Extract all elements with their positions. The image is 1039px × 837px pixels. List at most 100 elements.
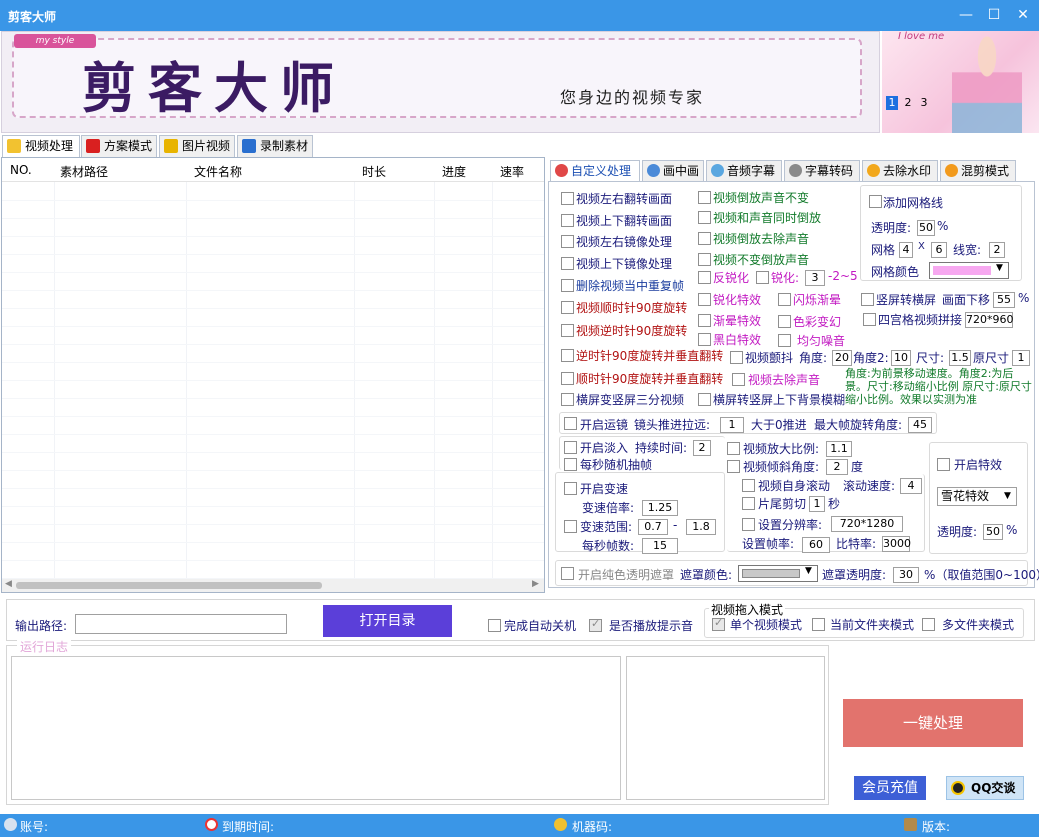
tab-video-processing[interactable]: 视频处理 [2, 135, 80, 158]
line-width-input[interactable]: 2 [989, 242, 1005, 258]
qq-chat-button[interactable]: QQ交谈 [946, 776, 1024, 800]
set-resolution-checkbox[interactable] [742, 518, 755, 531]
nine-grid-checkbox[interactable] [863, 313, 876, 326]
minimize-button[interactable]: — [952, 4, 980, 26]
sharpen-input[interactable]: 3 [805, 270, 825, 286]
mask-enable-checkbox[interactable] [561, 567, 574, 580]
max-rotate-input[interactable]: 45 [908, 417, 932, 433]
tab-subtitle-transcode[interactable]: 字幕转码 [784, 160, 860, 182]
effect-enable-checkbox[interactable] [937, 458, 950, 471]
tab-record-material[interactable]: 录制素材 [237, 135, 313, 157]
rotate-ccw-checkbox[interactable] [561, 324, 574, 337]
mirror-vertical-checkbox[interactable] [561, 257, 574, 270]
scroll-right-icon[interactable]: ▶ [532, 579, 539, 589]
zoom-ratio-checkbox[interactable] [727, 442, 740, 455]
log-side-panel[interactable] [626, 656, 825, 800]
mask-opacity-input[interactable]: 30 [893, 567, 919, 583]
scroll-speed-input[interactable]: 4 [900, 478, 922, 494]
shake-checkbox[interactable] [730, 351, 743, 364]
self-scroll-checkbox[interactable] [742, 479, 755, 492]
tilt-checkbox[interactable] [727, 460, 740, 473]
multi-folder-mode-radio[interactable] [922, 618, 935, 631]
current-folder-mode-radio[interactable] [812, 618, 825, 631]
lens-push-input[interactable]: 1 [720, 417, 744, 433]
tab-audio-subtitle[interactable]: 音频字幕 [706, 160, 782, 182]
tab-image-video[interactable]: 图片视频 [159, 135, 235, 157]
grid-y-input[interactable]: 6 [931, 242, 947, 258]
bitrate-input[interactable]: 3000 [882, 536, 911, 552]
angle-input[interactable]: 20 [832, 350, 852, 366]
sharpen-checkbox[interactable] [756, 271, 769, 284]
speed-ratio-input[interactable]: 1.25 [642, 500, 678, 516]
frame-rate-input[interactable]: 60 [802, 537, 830, 553]
fps-input[interactable]: 15 [642, 538, 678, 554]
mask-color-select[interactable]: ▼ [738, 565, 818, 582]
col-filename[interactable]: 文件名称 [194, 163, 242, 180]
banner-page-1[interactable]: 1 [886, 96, 898, 110]
col-path[interactable]: 素材路径 [60, 163, 108, 180]
tab-pip[interactable]: 画中画 [642, 160, 704, 182]
bw-effect-checkbox[interactable] [698, 333, 711, 346]
scrollbar-thumb[interactable] [16, 582, 322, 589]
mirror-horizontal-checkbox[interactable] [561, 235, 574, 248]
col-speed[interactable]: 速率 [500, 163, 524, 180]
orig-size-input[interactable]: 1 [1012, 350, 1030, 366]
auto-shutdown-checkbox[interactable] [488, 619, 501, 632]
col-no[interactable]: NO. [10, 163, 32, 177]
speed-min-input[interactable]: 0.7 [638, 519, 668, 535]
grid-color-select[interactable]: ▼ [929, 262, 1009, 279]
play-prompt-checkbox[interactable] [589, 617, 602, 632]
reverse-mute-checkbox[interactable] [698, 232, 711, 245]
open-directory-button[interactable]: 打开目录 [323, 605, 452, 637]
size-input[interactable]: 1.5 [949, 350, 971, 366]
flip-vertical-checkbox[interactable] [561, 214, 574, 227]
single-video-mode-radio[interactable] [712, 616, 725, 631]
speed-max-input[interactable]: 1.8 [686, 519, 716, 535]
zoom-lens-checkbox[interactable] [564, 417, 577, 430]
resolution-input[interactable]: 720*1280 [831, 516, 903, 532]
landscape-portrait-3-checkbox[interactable] [561, 393, 574, 406]
log-textarea[interactable] [11, 656, 621, 800]
reverse-sharpen-checkbox[interactable] [698, 271, 711, 284]
color-shift-checkbox[interactable] [778, 315, 791, 328]
tail-cut-input[interactable]: 1 [809, 496, 825, 512]
portrait-to-landscape-checkbox[interactable] [861, 293, 874, 306]
remove-audio-checkbox[interactable] [732, 373, 745, 386]
tilt-input[interactable]: 2 [826, 459, 848, 475]
add-grid-checkbox[interactable] [869, 195, 882, 208]
col-progress[interactable]: 进度 [442, 163, 466, 180]
zoom-ratio-input[interactable]: 1.1 [826, 441, 852, 457]
tab-remove-watermark[interactable]: 去除水印 [862, 160, 938, 182]
reverse-audio-only-checkbox[interactable] [698, 253, 711, 266]
one-click-process-button[interactable]: 一键处理 [843, 699, 1023, 747]
vip-recharge-button[interactable]: 会员充值 [854, 776, 926, 800]
speed-change-checkbox[interactable] [564, 482, 577, 495]
angle2-input[interactable]: 10 [891, 350, 911, 366]
close-button[interactable]: ✕ [1009, 4, 1037, 26]
vignette-effect-checkbox[interactable] [698, 314, 711, 327]
flicker-vignette-checkbox[interactable] [778, 293, 791, 306]
landscape-portrait-blur-checkbox[interactable] [698, 393, 711, 406]
random-drop-checkbox[interactable] [564, 458, 577, 471]
fade-in-checkbox[interactable] [564, 441, 577, 454]
reverse-both-checkbox[interactable] [698, 211, 711, 224]
scroll-left-icon[interactable]: ◀ [5, 579, 12, 589]
grid-x-input[interactable]: 4 [899, 242, 913, 258]
tab-mix-mode[interactable]: 混剪模式 [940, 160, 1016, 182]
uniform-noise-checkbox[interactable] [778, 334, 791, 347]
banner-page-2[interactable]: 2 [902, 96, 914, 110]
shift-down-input[interactable]: 55 [993, 292, 1015, 308]
file-list[interactable]: NO. 素材路径 文件名称 时长 进度 速率 ◀ ▶ [1, 157, 545, 593]
banner-page-3[interactable]: 3 [918, 96, 930, 110]
rotate-cw-checkbox[interactable] [561, 301, 574, 314]
rotate-flip-cw-checkbox[interactable] [561, 372, 574, 385]
tail-cut-checkbox[interactable] [742, 497, 755, 510]
tab-scheme-mode[interactable]: 方案模式 [81, 135, 157, 157]
effect-select[interactable]: 雪花特效 ▼ [937, 487, 1017, 506]
nine-grid-input[interactable]: 720*960 [965, 312, 1014, 328]
reverse-keep-audio-checkbox[interactable] [698, 191, 711, 204]
maximize-button[interactable]: ☐ [980, 4, 1008, 26]
fade-duration-input[interactable]: 2 [693, 440, 711, 456]
speed-range-checkbox[interactable] [564, 520, 577, 533]
col-duration[interactable]: 时长 [362, 163, 386, 180]
